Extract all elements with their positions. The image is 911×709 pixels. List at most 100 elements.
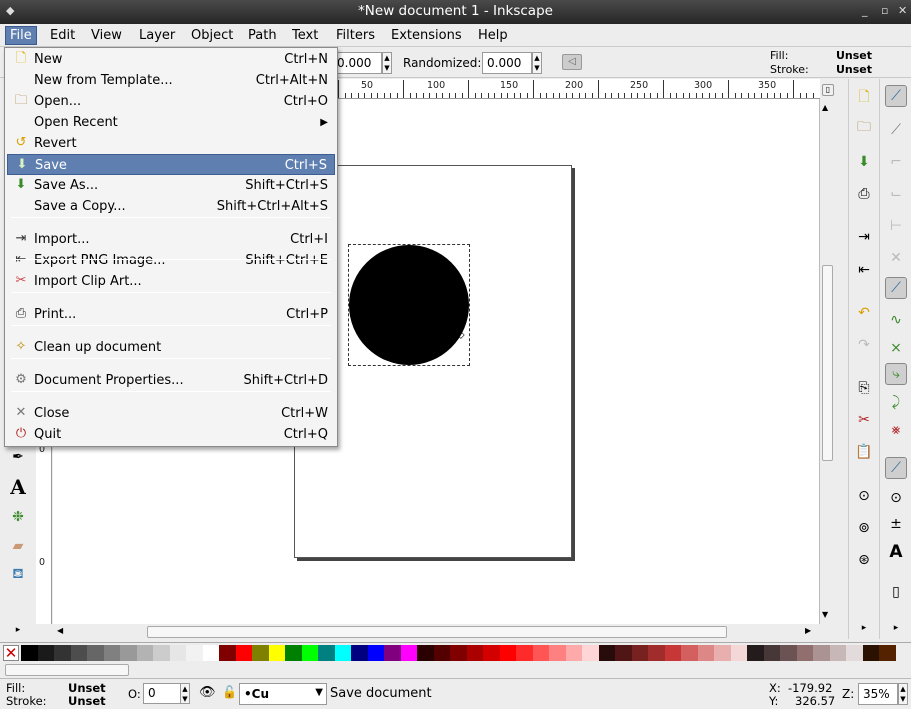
- no-paint-swatch[interactable]: ✕: [3, 645, 19, 661]
- reset-icon[interactable]: ◁: [562, 54, 582, 70]
- snap-bbox-midpoint-icon[interactable]: ⊢: [885, 215, 907, 237]
- zoom-spin-arrows[interactable]: ▲ ▼: [898, 683, 908, 705]
- snap-nodes-icon[interactable]: ⟋: [885, 277, 907, 299]
- color-swatch[interactable]: [516, 645, 533, 661]
- value-spinbox[interactable]: 0.000: [332, 52, 382, 74]
- zoom-spinbox[interactable]: 35%: [858, 683, 898, 705]
- color-swatch[interactable]: [318, 645, 335, 661]
- spray-tool-icon[interactable]: ❉: [7, 506, 29, 528]
- menu-item-export-png-image[interactable]: ⇤ Export PNG Image... Shift+Ctrl+E: [7, 250, 335, 271]
- snap-midpoints-icon[interactable]: ⨳: [885, 419, 907, 441]
- stroke-value[interactable]: Unset: [836, 63, 872, 76]
- color-swatch[interactable]: [384, 645, 401, 661]
- menu-item-print[interactable]: ⎙ Print... Ctrl+P: [7, 304, 335, 325]
- color-swatch[interactable]: [202, 645, 220, 661]
- color-swatch[interactable]: [747, 645, 764, 661]
- cut-icon[interactable]: ✂: [853, 409, 875, 431]
- zoom-drawing-icon[interactable]: ⊚: [853, 517, 875, 539]
- color-swatch[interactable]: [846, 645, 863, 661]
- export-icon[interactable]: ⇤: [853, 259, 875, 281]
- vertical-scrollbar[interactable]: ▲ ▼: [819, 99, 835, 624]
- color-swatch[interactable]: [433, 645, 451, 661]
- import-icon[interactable]: ⇥: [853, 226, 875, 248]
- color-swatch[interactable]: [714, 645, 731, 661]
- color-swatch[interactable]: [763, 645, 781, 661]
- color-swatch[interactable]: [268, 645, 286, 661]
- snap-toggle-icon[interactable]: ⟋: [885, 85, 907, 107]
- menu-item-new[interactable]: 🗋 New Ctrl+N: [7, 49, 335, 70]
- color-swatch[interactable]: [54, 645, 71, 661]
- menu-item-open-recent[interactable]: Open Recent ▶: [7, 112, 335, 133]
- opacity-spinbox[interactable]: 0: [143, 683, 181, 704]
- horizontal-scrollbar[interactable]: ◀ ▶: [53, 625, 819, 640]
- calligraphy-tool-icon[interactable]: ✒: [7, 446, 29, 468]
- snap-others-icon[interactable]: ⟋: [885, 457, 907, 479]
- snap-bbox-icon[interactable]: ⟋: [885, 119, 907, 141]
- color-swatch[interactable]: [450, 645, 467, 661]
- paste-icon[interactable]: 📋: [853, 441, 875, 463]
- color-swatch[interactable]: [136, 645, 154, 661]
- color-swatch[interactable]: [301, 645, 319, 661]
- menu-extensions[interactable]: Extensions: [387, 27, 466, 46]
- menu-item-import[interactable]: ⇥ Import... Ctrl+I: [7, 229, 335, 250]
- scroll-down-icon[interactable]: ▼: [822, 610, 828, 619]
- color-swatch[interactable]: [219, 645, 236, 661]
- status-fill-value[interactable]: Unset: [68, 681, 106, 695]
- randomized-spinbox[interactable]: 0.000: [482, 52, 532, 74]
- snap-rotation-center-icon[interactable]: ±: [885, 513, 907, 535]
- color-swatch[interactable]: [615, 645, 632, 661]
- color-swatch[interactable]: [829, 645, 847, 661]
- color-swatch[interactable]: [252, 645, 269, 661]
- snap-text-baseline-icon[interactable]: A: [885, 541, 907, 563]
- color-swatch[interactable]: [648, 645, 665, 661]
- color-swatch[interactable]: [37, 645, 55, 661]
- color-swatch[interactable]: [862, 645, 880, 661]
- color-swatch[interactable]: [697, 645, 715, 661]
- color-swatch[interactable]: [631, 645, 649, 661]
- snap-center-icon[interactable]: ⊙: [885, 487, 907, 509]
- randomized-spin-arrows[interactable]: ▲ ▼: [532, 52, 542, 74]
- menu-item-new-from-template[interactable]: New from Template... Ctrl+Alt+N: [7, 70, 335, 91]
- color-swatch[interactable]: [351, 645, 368, 661]
- snap-page-border-icon[interactable]: ▯: [885, 581, 907, 603]
- copy-icon[interactable]: ⎘: [853, 377, 875, 399]
- color-swatch[interactable]: [87, 645, 104, 661]
- palette-scrollbar[interactable]: [0, 662, 911, 678]
- menu-file[interactable]: File: [5, 26, 37, 45]
- color-swatch[interactable]: [598, 645, 616, 661]
- scroll-up-icon[interactable]: ▲: [822, 103, 828, 112]
- zoom-page-icon[interactable]: ⊛: [853, 549, 875, 571]
- color-swatch[interactable]: [582, 645, 599, 661]
- color-swatch[interactable]: [730, 645, 748, 661]
- palette-scroll-thumb[interactable]: [5, 664, 129, 676]
- snap-bbox-corner-icon[interactable]: ⌙: [885, 183, 907, 205]
- color-swatch[interactable]: [235, 645, 253, 661]
- menu-help[interactable]: Help: [474, 27, 512, 46]
- snap-expand-icon[interactable]: ▸: [885, 617, 907, 639]
- menu-layer[interactable]: Layer: [135, 27, 179, 46]
- menu-item-revert[interactable]: ↺ Revert: [7, 133, 335, 154]
- color-swatch[interactable]: [120, 645, 137, 661]
- close-window-icon[interactable]: ✕: [898, 4, 907, 17]
- color-swatch[interactable]: [186, 645, 203, 661]
- color-swatch[interactable]: [565, 645, 583, 661]
- menu-item-save-a-copy[interactable]: Save a Copy... Shift+Ctrl+Alt+S: [7, 196, 335, 217]
- color-swatch[interactable]: [334, 645, 352, 661]
- value-spin-arrows[interactable]: ▲ ▼: [382, 52, 392, 74]
- undo-icon[interactable]: ↶: [853, 302, 875, 324]
- color-swatch[interactable]: [417, 645, 434, 661]
- color-swatch[interactable]: [681, 645, 698, 661]
- menu-item-import-clip-art[interactable]: ✂ Import Clip Art...: [7, 271, 335, 292]
- menu-item-save-as[interactable]: ⬇ Save As... Shift+Ctrl+S: [7, 175, 335, 196]
- menu-item-save[interactable]: ⬇ Save Ctrl+S: [7, 154, 335, 175]
- color-swatch[interactable]: [879, 645, 896, 661]
- color-swatch[interactable]: [400, 645, 418, 661]
- color-swatch[interactable]: [169, 645, 187, 661]
- color-swatch[interactable]: [21, 645, 38, 661]
- color-swatch[interactable]: [466, 645, 484, 661]
- snap-bbox-center-icon[interactable]: ✕: [885, 247, 907, 269]
- toolbox-expand-icon[interactable]: ▸: [7, 619, 29, 641]
- horizontal-ruler[interactable]: 50 100 150 200 250 300 350: [336, 79, 820, 99]
- opacity-spin-arrows[interactable]: ▲ ▼: [180, 683, 190, 704]
- color-swatch[interactable]: [664, 645, 682, 661]
